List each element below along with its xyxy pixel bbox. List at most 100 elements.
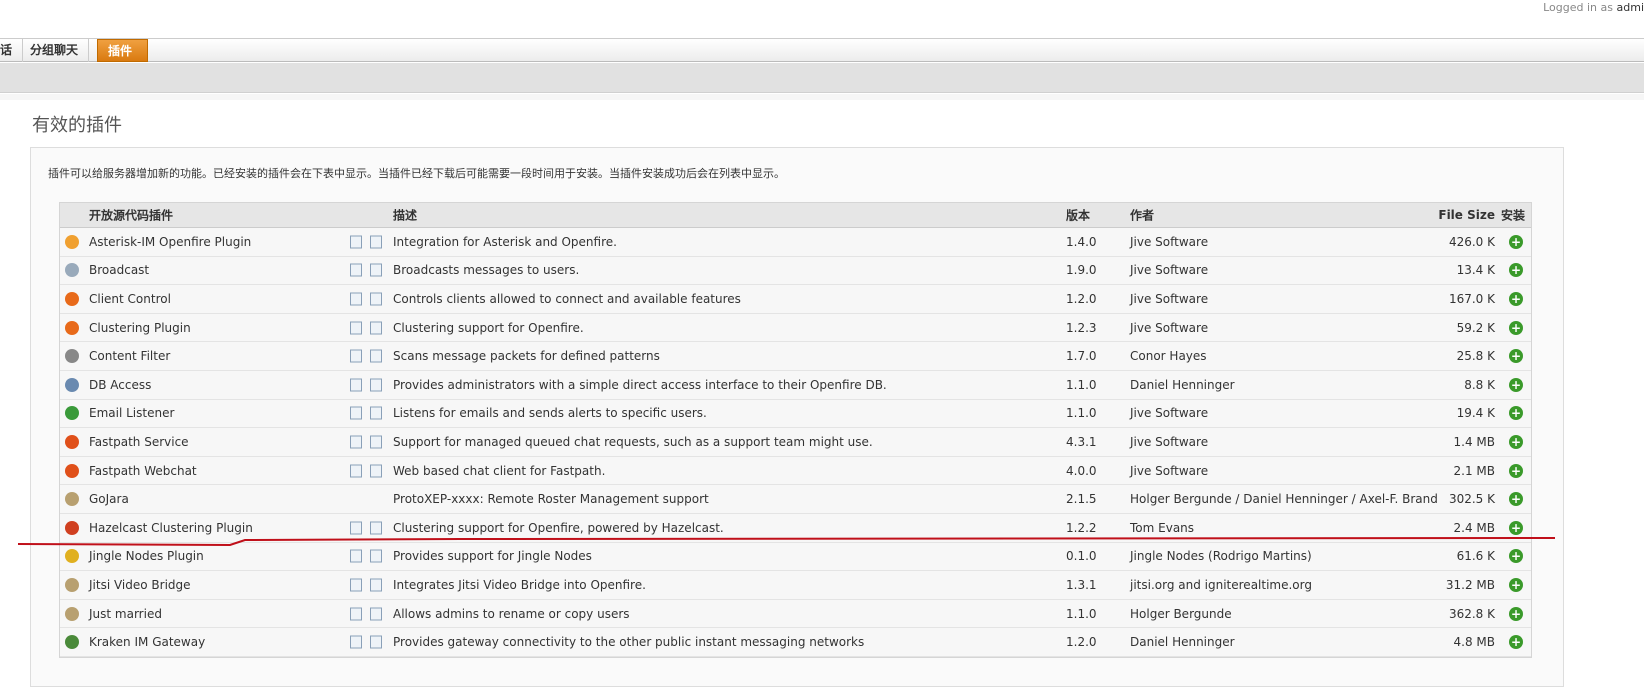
plugin-desc: Allows admins to rename or copy users (393, 607, 630, 621)
login-user[interactable]: admi (1617, 1, 1644, 14)
readme-icon[interactable] (350, 378, 362, 391)
changelog-icon[interactable] (370, 292, 382, 305)
table-row: DB Access Provides administrators with a… (60, 371, 1531, 400)
openfire-icon (65, 321, 79, 335)
changelog-icon[interactable] (370, 607, 382, 620)
plugin-name: Jitsi Video Bridge (89, 578, 191, 592)
changelog-icon[interactable] (370, 407, 382, 420)
plugin-name: Asterisk-IM Openfire Plugin (89, 235, 251, 249)
changelog-icon[interactable] (370, 464, 382, 477)
tab-group-chat[interactable]: 分组聊天 (20, 39, 89, 62)
readme-icon[interactable] (350, 407, 362, 420)
changelog-icon[interactable] (370, 264, 382, 277)
plugin-desc: Controls clients allowed to connect and … (393, 292, 741, 306)
plugin-name: Kraken IM Gateway (89, 635, 205, 649)
plugin-name: DB Access (89, 378, 151, 392)
table-row: Hazelcast Clustering Plugin Clustering s… (60, 514, 1531, 543)
install-plus-icon[interactable]: + (1509, 549, 1523, 563)
readme-icon[interactable] (350, 578, 362, 591)
main-nav: 话 分组聊天 插件 (0, 38, 1644, 62)
openfire-icon (65, 292, 79, 306)
email-icon (65, 406, 79, 420)
changelog-icon[interactable] (370, 235, 382, 248)
install-plus-icon[interactable]: + (1509, 464, 1523, 478)
plugin-size: 25.8 K (1457, 349, 1495, 363)
intro-text: 插件可以给服务器增加新的功能。已经安装的插件会在下表中显示。当插件已经下载后可能… (48, 165, 785, 181)
plugin-author: Jive Software (1130, 263, 1208, 277)
asterisk-icon (65, 235, 79, 249)
install-plus-icon[interactable]: + (1509, 521, 1523, 535)
login-prefix: Logged in as (1543, 1, 1613, 14)
install-plus-icon[interactable]: + (1509, 406, 1523, 420)
changelog-icon[interactable] (370, 350, 382, 363)
install-plus-icon[interactable]: + (1509, 492, 1523, 506)
readme-icon[interactable] (350, 321, 362, 334)
plugin-author: Jive Software (1130, 435, 1208, 449)
readme-icon[interactable] (350, 464, 362, 477)
table-row: Fastpath Webchat Web based chat client f… (60, 457, 1531, 486)
install-plus-icon[interactable]: + (1509, 263, 1523, 277)
install-plus-icon[interactable]: + (1509, 292, 1523, 306)
install-plus-icon[interactable]: + (1509, 378, 1523, 392)
readme-icon[interactable] (350, 235, 362, 248)
readme-icon[interactable] (350, 521, 362, 534)
install-plus-icon[interactable]: + (1509, 435, 1523, 449)
plugin-desc: Integration for Asterisk and Openfire. (393, 235, 617, 249)
install-plus-icon[interactable]: + (1509, 321, 1523, 335)
kraken-icon (65, 635, 79, 649)
plugin-size: 2.1 MB (1454, 464, 1495, 478)
page-title: 有效的插件 (32, 111, 122, 137)
readme-icon[interactable] (350, 264, 362, 277)
install-plus-icon[interactable]: + (1509, 607, 1523, 621)
table-row: Asterisk-IM Openfire Plugin Integration … (60, 228, 1531, 257)
changelog-icon[interactable] (370, 321, 382, 334)
plugin-name: Clustering Plugin (89, 321, 191, 335)
changelog-icon[interactable] (370, 636, 382, 649)
readme-icon[interactable] (350, 435, 362, 448)
plugin-size: 13.4 K (1457, 263, 1495, 277)
plugin-version: 1.1.0 (1066, 607, 1097, 621)
install-plus-icon[interactable]: + (1509, 635, 1523, 649)
header-author: 作者 (1130, 207, 1154, 224)
readme-icon[interactable] (350, 292, 362, 305)
changelog-icon[interactable] (370, 550, 382, 563)
install-plus-icon[interactable]: + (1509, 235, 1523, 249)
tab-plugins[interactable]: 插件 (97, 39, 148, 62)
changelog-icon[interactable] (370, 578, 382, 591)
readme-icon[interactable] (350, 607, 362, 620)
changelog-icon[interactable] (370, 521, 382, 534)
plugin-size: 59.2 K (1457, 321, 1495, 335)
changelog-icon[interactable] (370, 435, 382, 448)
header-version: 版本 (1066, 207, 1090, 224)
fastpath-icon (65, 464, 79, 478)
plugin-name: Client Control (89, 292, 171, 306)
sub-nav-divider (0, 94, 1644, 100)
plugin-version: 0.1.0 (1066, 549, 1097, 563)
plugin-desc: Web based chat client for Fastpath. (393, 464, 605, 478)
readme-icon[interactable] (350, 350, 362, 363)
install-plus-icon[interactable]: + (1509, 578, 1523, 592)
install-plus-icon[interactable]: + (1509, 349, 1523, 363)
plugin-name: Fastpath Webchat (89, 464, 197, 478)
plugin-version: 4.3.1 (1066, 435, 1097, 449)
changelog-icon[interactable] (370, 378, 382, 391)
plugin-name: Broadcast (89, 263, 149, 277)
plugin-desc: Provides administrators with a simple di… (393, 378, 887, 392)
plugin-author: Daniel Henninger (1130, 378, 1235, 392)
plugin-author: Jive Software (1130, 464, 1208, 478)
plugin-desc: ProtoXEP-xxxx: Remote Roster Management … (393, 492, 709, 506)
hazelcast-icon (65, 521, 79, 535)
plugin-desc: Scans message packets for defined patter… (393, 349, 660, 363)
plugin-version: 2.1.5 (1066, 492, 1097, 506)
plugin-desc: Integrates Jitsi Video Bridge into Openf… (393, 578, 646, 592)
filter-icon (65, 349, 79, 363)
plugin-desc: Clustering support for Openfire, powered… (393, 521, 724, 535)
readme-icon[interactable] (350, 636, 362, 649)
readme-icon[interactable] (350, 550, 362, 563)
plugin-author: jitsi.org and igniterealtime.org (1130, 578, 1312, 592)
plugin-version: 1.2.0 (1066, 635, 1097, 649)
plugin-version: 1.2.3 (1066, 321, 1097, 335)
plugin-size: 167.0 K (1449, 292, 1495, 306)
plugin-author: Jive Software (1130, 321, 1208, 335)
plugin-icon (65, 492, 79, 506)
